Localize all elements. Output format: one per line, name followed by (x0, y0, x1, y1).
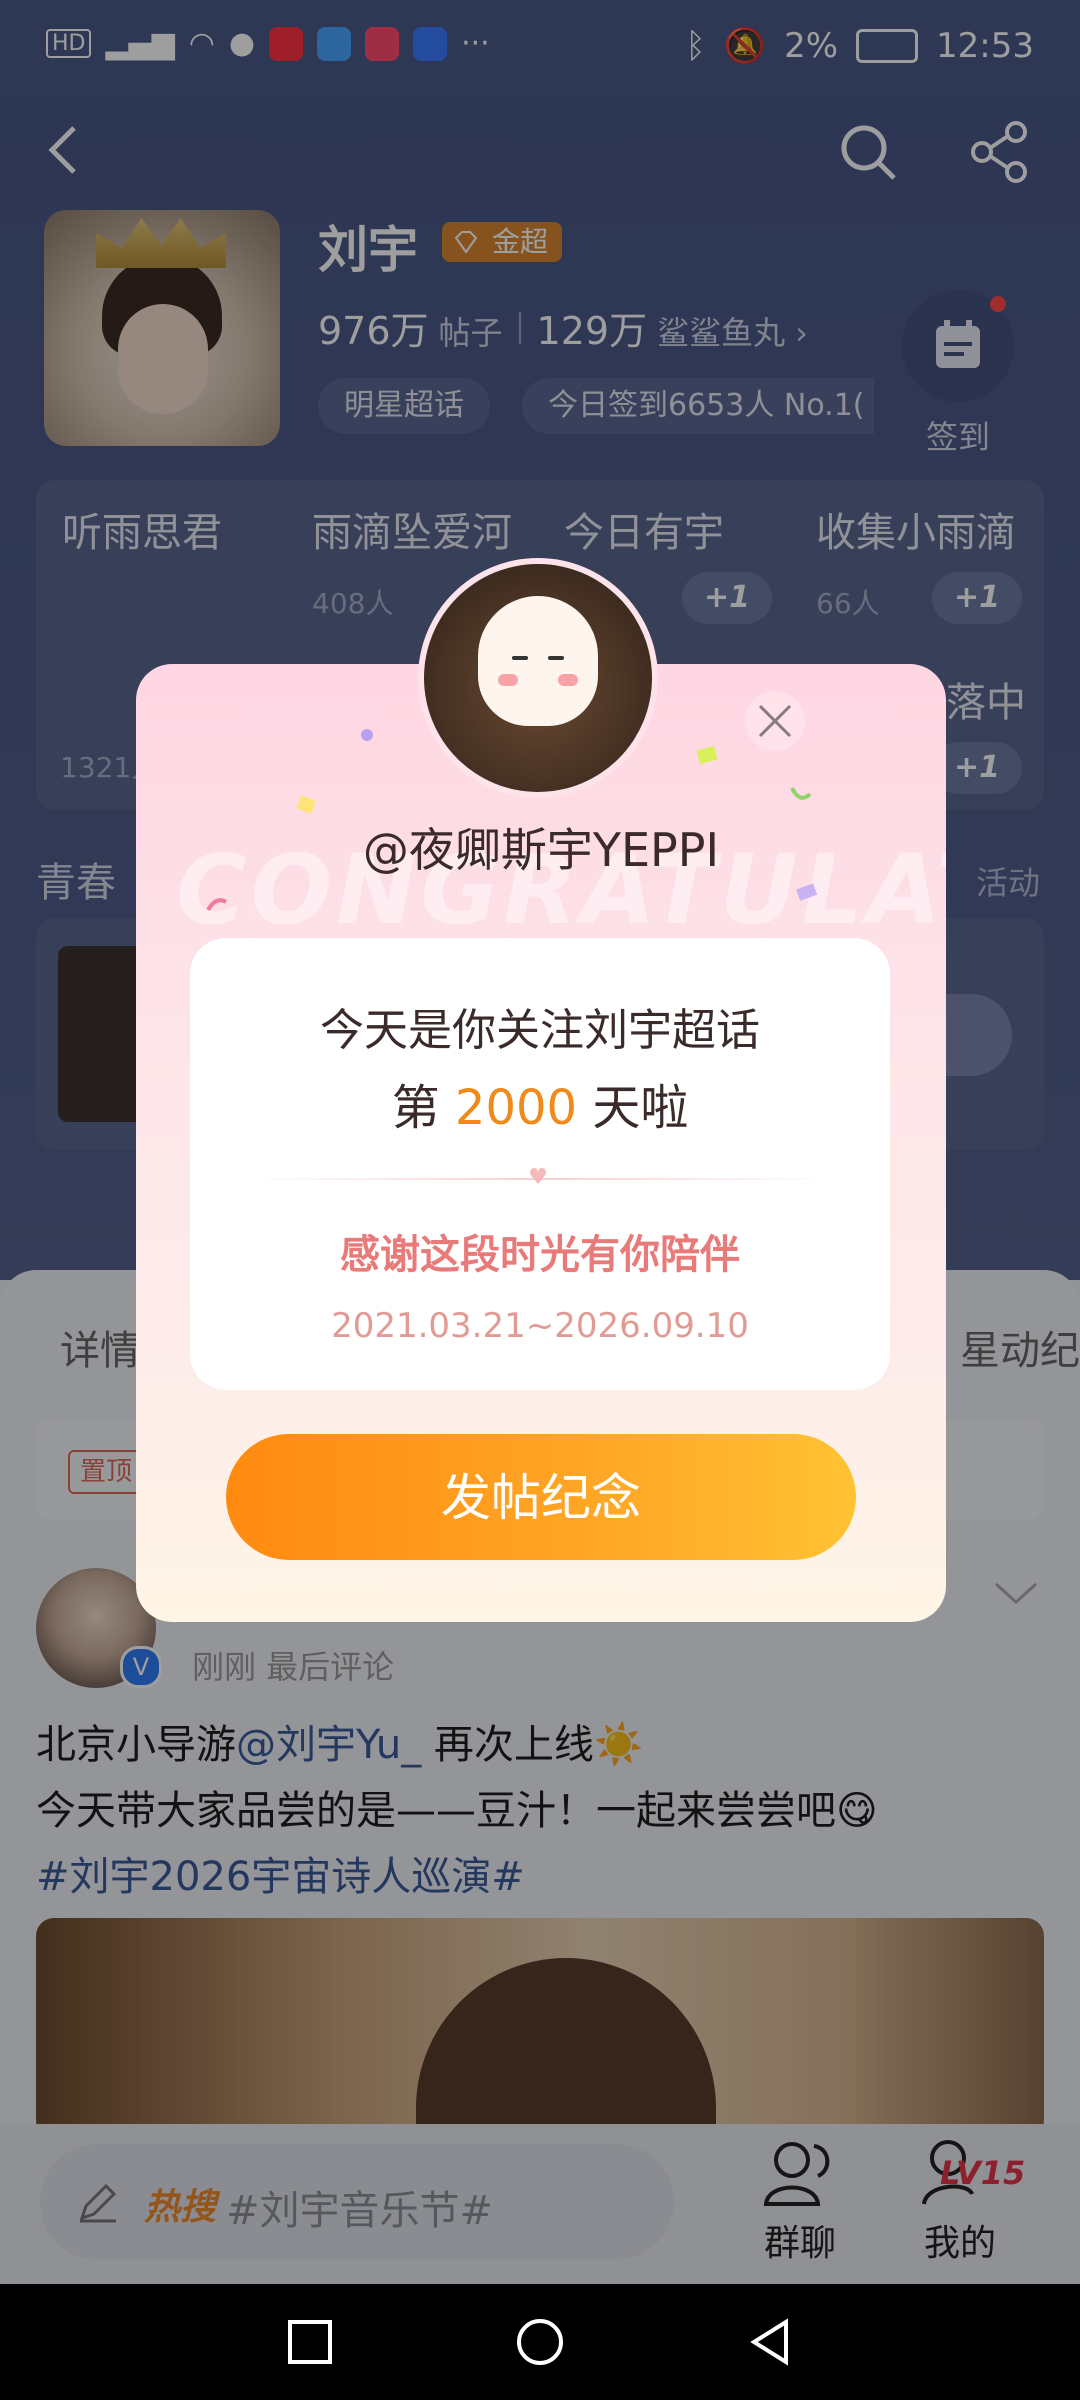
day-suffix: 天啦 (577, 1080, 689, 1136)
system-nav-bar (0, 2284, 1080, 2400)
confetti-decoration (696, 744, 718, 766)
day-count-line: 第 2000 天啦 (190, 1068, 890, 1138)
confetti-decoration (206, 894, 228, 916)
confetti-decoration (356, 724, 378, 746)
confetti-decoration (790, 784, 812, 806)
heart-icon: ♥ (528, 1165, 548, 1190)
follow-message: 今天是你关注刘宇超话 (320, 1005, 760, 1056)
thanks-message: 感谢这段时光有你陪伴 (340, 1232, 740, 1278)
back-nav-icon[interactable] (744, 2316, 796, 2368)
confetti-decoration (796, 882, 818, 904)
anniversary-card: 今天是你关注刘宇超话 第 2000 天啦 ♥ 感谢这段时光有你陪伴 2021.0… (190, 938, 890, 1390)
post-commemorate-button[interactable]: 发帖纪念 (226, 1434, 856, 1560)
date-range: 2021.03.21~2026.09.10 (331, 1306, 749, 1346)
close-icon[interactable] (740, 686, 810, 756)
recent-apps-icon[interactable] (284, 2316, 336, 2368)
day-count: 2000 (454, 1080, 578, 1136)
user-avatar (424, 564, 652, 792)
confetti-decoration (296, 794, 318, 816)
day-prefix: 第 (391, 1080, 455, 1136)
user-handle: @夜卿斯宇YEPPI (362, 823, 720, 877)
home-icon[interactable] (514, 2316, 566, 2368)
